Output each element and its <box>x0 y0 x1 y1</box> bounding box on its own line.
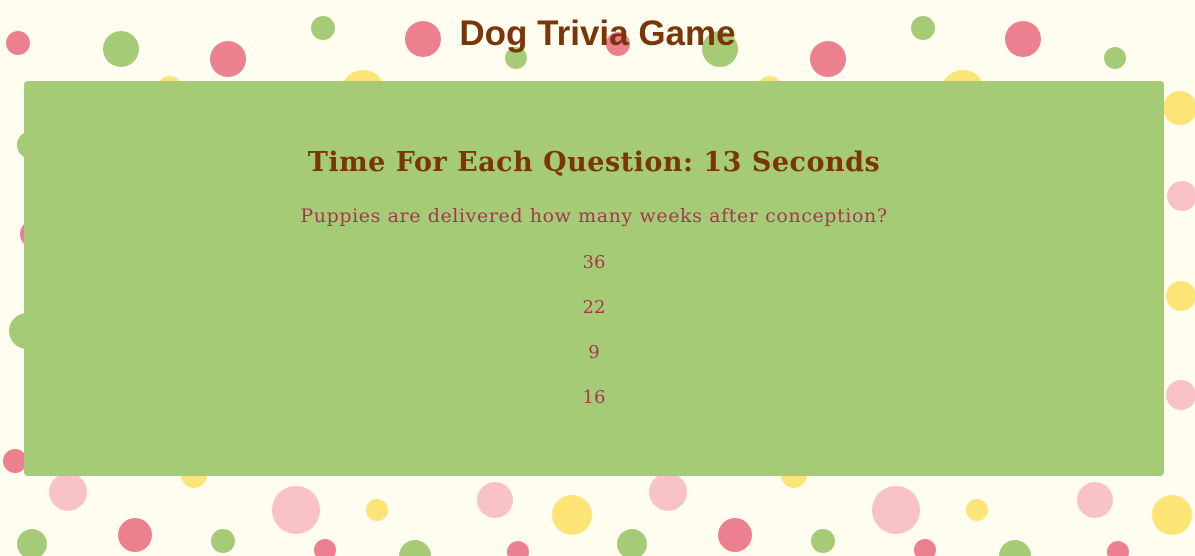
background-dot <box>477 482 513 518</box>
answer-option-4[interactable]: 16 <box>554 386 634 431</box>
background-dot <box>366 499 388 521</box>
answer-option-3[interactable]: 9 <box>554 341 634 386</box>
background-dot <box>507 541 529 556</box>
question-timer: Time For Each Question: 13 Seconds <box>307 147 881 178</box>
background-dot <box>552 495 592 535</box>
background-dot <box>811 529 835 553</box>
background-dot <box>1077 482 1113 518</box>
background-dot <box>1167 181 1195 211</box>
background-dot <box>17 529 47 556</box>
background-dot <box>966 499 988 521</box>
background-dot <box>1166 380 1195 410</box>
background-dot <box>649 473 687 511</box>
background-dot <box>118 518 152 552</box>
answer-option-1[interactable]: 36 <box>554 251 634 296</box>
background-dot <box>49 473 87 511</box>
background-dot <box>872 486 920 534</box>
background-dot <box>399 540 431 556</box>
background-dot <box>617 529 647 556</box>
question-text: Puppies are delivered how many weeks aft… <box>300 205 888 227</box>
background-dot <box>718 518 752 552</box>
background-dot <box>314 539 336 556</box>
background-dot <box>1166 281 1195 311</box>
background-dot <box>1163 91 1195 125</box>
background-dot <box>1107 541 1129 556</box>
background-dot <box>1152 495 1192 535</box>
answer-list: 36 22 9 16 <box>24 251 1164 431</box>
page-title: Dog Trivia Game <box>459 14 736 53</box>
background-dot <box>272 486 320 534</box>
answer-option-2[interactable]: 22 <box>554 296 634 341</box>
background-dot <box>999 540 1031 556</box>
background-dot <box>211 529 235 553</box>
background-dot <box>914 539 936 556</box>
trivia-panel: Time For Each Question: 13 Seconds Puppi… <box>24 81 1164 476</box>
